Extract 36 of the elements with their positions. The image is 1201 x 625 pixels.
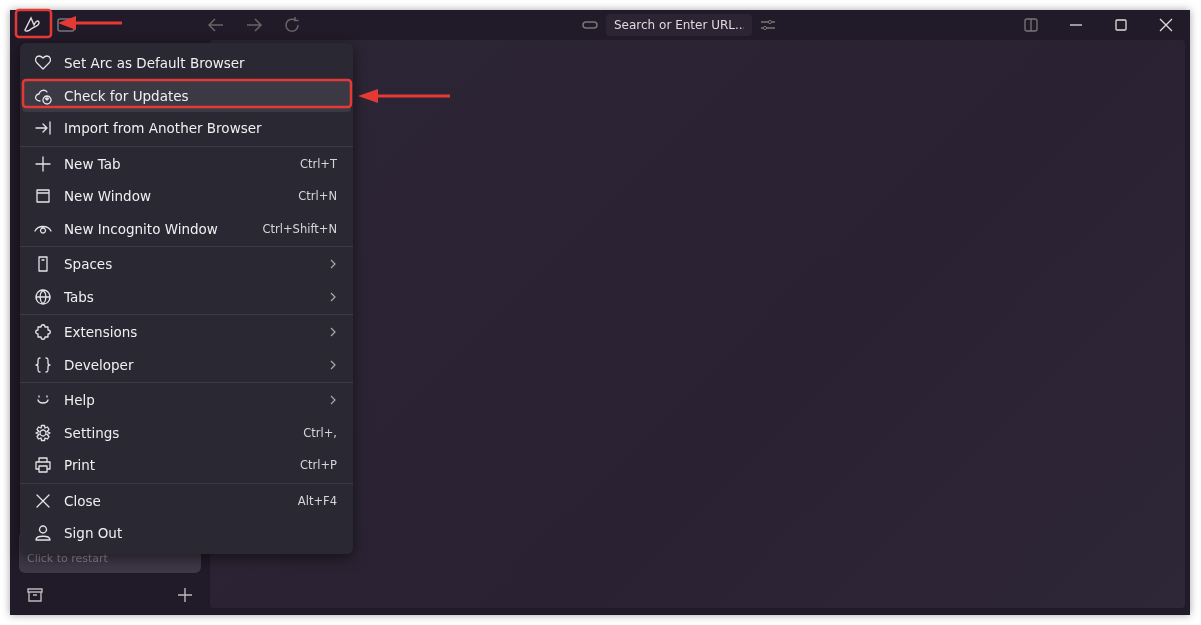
menu-item[interactable]: Sign Out	[22, 517, 351, 550]
shortcut-text: Alt+F4	[297, 493, 337, 508]
menu-item[interactable]: New Incognito Window Ctrl+Shift+N	[22, 212, 351, 245]
split-view-icon[interactable]	[1021, 15, 1041, 35]
window-icon	[34, 187, 52, 206]
menu-item[interactable]: Developer	[22, 348, 351, 381]
shortcut-text: Ctrl+P	[299, 458, 337, 473]
highlight-box	[14, 8, 53, 39]
archive-icon[interactable]	[25, 585, 45, 605]
menu-item[interactable]: Settings Ctrl+,	[22, 416, 351, 449]
puzzle-icon	[34, 323, 52, 342]
menu-item[interactable]: Spaces	[22, 248, 351, 281]
menu-item[interactable]: Help	[22, 384, 351, 417]
shortcut-text: Ctrl+Shift+N	[262, 221, 337, 236]
menu-item[interactable]: Close Alt+F4	[22, 484, 351, 517]
shortcut-text: Ctrl+T	[299, 156, 337, 171]
menu-item[interactable]: Set Arc as Default Browser	[22, 47, 351, 80]
user-icon	[34, 524, 52, 543]
shortcut-text: Ctrl+N	[298, 189, 337, 204]
settings-icon	[34, 423, 52, 442]
restart-notice-text: Click to restart	[27, 552, 108, 565]
annotation-arrow	[58, 16, 122, 30]
menu-item[interactable]: Tabs	[22, 280, 351, 313]
shortcut-text: Ctrl+,	[303, 425, 337, 440]
menu-item[interactable]: Extensions	[22, 316, 351, 349]
printer-icon	[34, 456, 52, 475]
plus-icon	[34, 154, 52, 173]
globe-icon	[34, 287, 52, 306]
logo-icon[interactable]	[22, 15, 42, 35]
reload-icon[interactable]	[282, 15, 302, 35]
menu-item[interactable]: Import from Another Browser	[22, 112, 351, 145]
menu-item[interactable]: New Tab Ctrl+T	[22, 147, 351, 180]
braces-icon	[34, 355, 52, 374]
add-icon[interactable]	[175, 585, 195, 605]
menu-item[interactable]: Print Ctrl+P	[22, 449, 351, 482]
menu-item[interactable]: New Window Ctrl+N	[22, 180, 351, 213]
